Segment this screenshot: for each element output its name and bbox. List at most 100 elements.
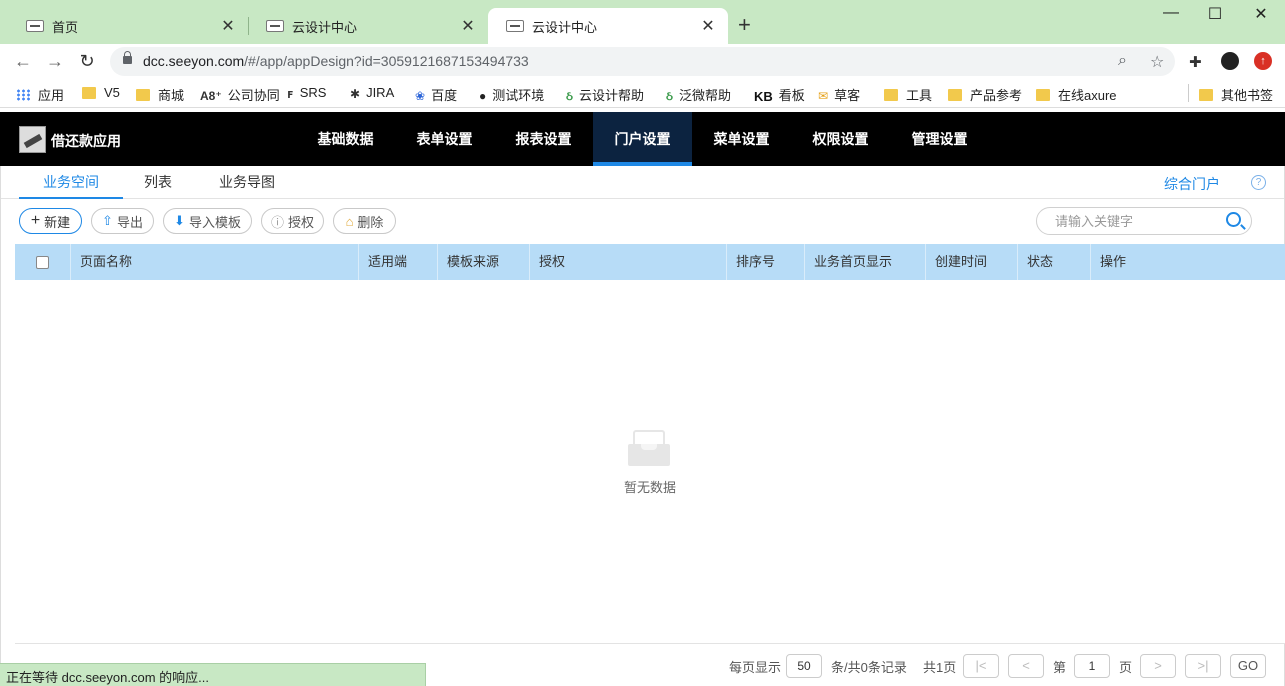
- maximize-window-button[interactable]: ☐: [1192, 4, 1238, 28]
- nav-form-settings[interactable]: 表单设置: [395, 112, 494, 166]
- upload-icon: ⇧: [102, 213, 113, 228]
- close-tab-icon[interactable]: ✕: [698, 16, 718, 36]
- column-authorization[interactable]: 授权: [529, 244, 726, 280]
- bookmark-product-ref[interactable]: 产品参考: [948, 85, 1022, 104]
- total-records-text: 条/共0条记录: [831, 660, 907, 675]
- authorize-button-label: 授权: [288, 214, 315, 230]
- seeyon-favicon-icon: [26, 20, 44, 32]
- general-portal-link[interactable]: 综合门户: [1164, 174, 1220, 194]
- delete-button[interactable]: ⌂ 删除: [333, 208, 396, 234]
- update-arrow-icon[interactable]: ↑: [1254, 52, 1272, 70]
- help-icon[interactable]: ?: [1251, 175, 1266, 190]
- import-template-button[interactable]: ⬇ 导入模板: [163, 208, 252, 234]
- browser-tab-design-center[interactable]: 云设计中心 ✕: [248, 8, 488, 44]
- bookmark-tools[interactable]: 工具: [884, 85, 932, 104]
- bookmark-test-env[interactable]: ● 测试环境: [479, 85, 544, 104]
- bookmark-v5[interactable]: V5: [82, 85, 120, 100]
- bookmark-other[interactable]: 其他书签: [1199, 85, 1273, 104]
- close-window-button[interactable]: ✕: [1238, 4, 1284, 28]
- import-template-label: 导入模板: [188, 214, 241, 230]
- tab-business-space[interactable]: 业务空间: [19, 166, 123, 199]
- search-input[interactable]: [1055, 213, 1215, 229]
- column-platform[interactable]: 适用端: [358, 244, 437, 280]
- column-page-name[interactable]: 页面名称: [70, 244, 358, 280]
- url-host: dcc.seeyon.com: [143, 53, 245, 69]
- page-number-input[interactable]: 1: [1074, 654, 1110, 678]
- search-icon[interactable]: [1226, 212, 1241, 227]
- extensions-puzzle-icon[interactable]: ✚: [1189, 53, 1202, 71]
- bookmark-cloud-help[interactable]: ઠ 云设计帮助: [566, 85, 644, 104]
- seeyon-favicon-icon: [266, 20, 284, 32]
- empty-state-text: 暂无数据: [624, 480, 677, 495]
- back-arrow-icon[interactable]: ←: [12, 50, 34, 72]
- bookmark-label: 看板: [778, 88, 805, 103]
- profile-avatar-icon[interactable]: [1221, 52, 1239, 70]
- browser-status-bubble: 正在等待 dcc.seeyon.com 的响应...: [0, 663, 426, 686]
- prev-page-icon[interactable]: <: [1008, 654, 1044, 678]
- column-created-time[interactable]: 创建时间: [925, 244, 1017, 280]
- bookmark-jira[interactable]: ✱ JIRA: [350, 85, 394, 101]
- export-button[interactable]: ⇧ 导出: [91, 208, 154, 234]
- new-button[interactable]: + 新建: [19, 208, 82, 234]
- nav-basic-data[interactable]: 基础数据: [296, 112, 395, 166]
- column-actions[interactable]: 操作: [1090, 244, 1285, 280]
- zoom-icon[interactable]: ⌕: [1118, 52, 1127, 70]
- trash-icon: ⌂: [345, 213, 354, 229]
- bookmark-srs[interactable]: ꜰ SRS: [287, 85, 327, 101]
- bookmark-fanwei-help[interactable]: ઠ 泛微帮助: [666, 85, 731, 104]
- total-pages-text: 共1页: [923, 660, 957, 675]
- authorize-button[interactable]: ⓘ 授权: [261, 208, 324, 234]
- jira-icon: ✱: [350, 86, 361, 101]
- browser-tab-home[interactable]: 首页 ✕: [8, 8, 248, 44]
- new-tab-button[interactable]: +: [738, 14, 751, 36]
- select-all-checkbox[interactable]: [36, 256, 49, 269]
- nav-report-settings[interactable]: 报表设置: [494, 112, 593, 166]
- axure-icon: ꜰ: [287, 86, 294, 101]
- baidu-paw-icon: ❀: [415, 88, 426, 103]
- browser-tab-design-center-active[interactable]: 云设计中心 ✕: [488, 8, 728, 44]
- column-status[interactable]: 状态: [1017, 244, 1090, 280]
- bookmark-label: 测试环境: [492, 88, 545, 103]
- nav-menu-settings[interactable]: 菜单设置: [692, 112, 791, 166]
- bookmark-label: 工具: [906, 88, 933, 103]
- go-button[interactable]: GO: [1230, 654, 1266, 678]
- bookmark-label: 百度: [431, 88, 458, 103]
- bookmark-kanban[interactable]: KB 看板: [754, 85, 805, 104]
- column-template-source[interactable]: 模板来源: [437, 244, 529, 280]
- tab-list[interactable]: 列表: [133, 166, 183, 198]
- forward-arrow-icon[interactable]: →: [44, 50, 66, 72]
- table-header: 页面名称 适用端 模板来源 授权 排序号 业务首页显示 创建时间 状态 操作: [15, 244, 1285, 280]
- bookmark-label: 商城: [158, 88, 185, 103]
- tab-business-map[interactable]: 业务导图: [208, 166, 286, 198]
- bookmark-label: 泛微帮助: [678, 88, 731, 103]
- plus-icon: +: [30, 212, 41, 229]
- delete-button-label: 删除: [357, 214, 384, 230]
- address-url[interactable]: dcc.seeyon.com/#/app/appDesign?id=305912…: [143, 53, 529, 69]
- close-tab-icon[interactable]: ✕: [218, 16, 238, 36]
- bookmark-mall[interactable]: 商城: [136, 85, 184, 104]
- last-page-icon[interactable]: >|: [1185, 654, 1221, 678]
- bookmark-company[interactable]: A8⁺ 公司协同: [200, 85, 280, 104]
- bookmark-caoke[interactable]: ✉ 草客: [818, 85, 860, 104]
- bookmark-divider: [1188, 84, 1189, 102]
- bookmark-label: 公司协同: [227, 88, 280, 103]
- bookmark-label: SRS: [299, 85, 327, 100]
- address-bar[interactable]: dcc.seeyon.com/#/app/appDesign?id=305912…: [110, 47, 1175, 76]
- minimize-window-button[interactable]: —: [1148, 4, 1194, 28]
- bookmark-apps[interactable]: 应用: [16, 85, 64, 104]
- nav-admin-settings[interactable]: 管理设置: [890, 112, 989, 166]
- bookmark-star-icon[interactable]: ☆: [1150, 52, 1164, 72]
- nav-portal-settings[interactable]: 门户设置: [593, 112, 692, 166]
- next-page-icon[interactable]: >: [1140, 654, 1176, 678]
- first-page-icon[interactable]: |<: [963, 654, 999, 678]
- column-home-display[interactable]: 业务首页显示: [804, 244, 925, 280]
- per-page-input[interactable]: 50: [786, 654, 822, 678]
- column-sort-number[interactable]: 排序号: [726, 244, 804, 280]
- bookmark-online-axure[interactable]: 在线axure: [1036, 85, 1117, 104]
- close-tab-icon[interactable]: ✕: [458, 16, 478, 36]
- reload-icon[interactable]: ↻: [76, 50, 98, 72]
- empty-inbox-icon: [628, 430, 670, 466]
- bookmark-baidu[interactable]: ❀ 百度: [415, 85, 457, 104]
- nav-permission-settings[interactable]: 权限设置: [791, 112, 890, 166]
- seeyon-icon: ઠ: [566, 88, 573, 103]
